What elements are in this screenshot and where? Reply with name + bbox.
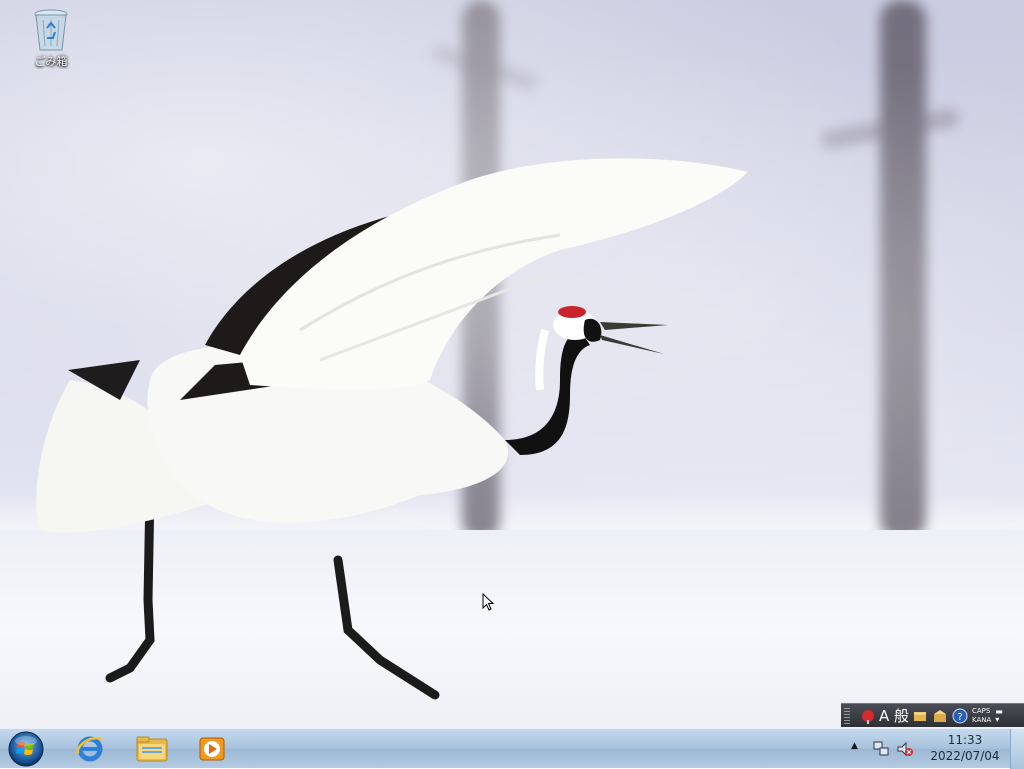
caps-kana-indicator: CAPS KANA bbox=[972, 707, 991, 725]
kana-label: KANA bbox=[972, 715, 992, 724]
folder-icon bbox=[136, 736, 168, 762]
caps-label: CAPS bbox=[972, 706, 991, 715]
windows-start-orb-icon[interactable] bbox=[7, 730, 45, 768]
crane-wallpaper-image bbox=[36, 158, 748, 700]
language-bar-options-button[interactable]: ▬ ▾ bbox=[995, 707, 1003, 724]
recycle-bin-shortcut[interactable]: ごみ箱 bbox=[24, 8, 78, 69]
language-bar-grip[interactable] bbox=[844, 707, 850, 724]
taskbar: ▲ 11:33 2022/07/04 bbox=[0, 728, 1024, 769]
clock-time: 11:33 bbox=[947, 733, 983, 747]
tool-icon[interactable] bbox=[930, 706, 950, 726]
recycle-bin-label: ごみ箱 bbox=[34, 55, 68, 68]
media-player-icon bbox=[199, 737, 225, 761]
ime-pad-icon[interactable] bbox=[858, 706, 878, 726]
mouse-cursor-icon bbox=[482, 593, 495, 611]
taskbar-media-player-button[interactable] bbox=[188, 731, 236, 767]
show-desktop-button[interactable] bbox=[1010, 729, 1024, 769]
show-hidden-icons-button[interactable]: ▲ bbox=[851, 741, 858, 751]
internet-explorer-icon bbox=[76, 736, 103, 762]
desktop-background[interactable]: ごみ箱 bbox=[0, 0, 1024, 728]
svg-text:?: ? bbox=[957, 712, 962, 723]
clock-date: 2022/07/04 bbox=[930, 749, 1000, 763]
recycle-bin-icon bbox=[34, 9, 68, 51]
dictionary-icon[interactable] bbox=[910, 706, 930, 726]
clock[interactable]: 11:33 2022/07/04 bbox=[926, 732, 1004, 764]
taskbar-windows-explorer-button[interactable] bbox=[128, 731, 176, 767]
network-icon[interactable] bbox=[872, 740, 890, 758]
ime-input-mode[interactable]: A 般 bbox=[878, 706, 910, 726]
taskbar-internet-explorer-button[interactable] bbox=[66, 731, 114, 767]
help-icon[interactable]: ? bbox=[950, 706, 970, 726]
notification-area: ▲ 11:33 2022/07/04 bbox=[846, 729, 1024, 769]
language-bar[interactable]: A 般 ? CAPS KANA ▬ ▾ bbox=[841, 703, 1024, 727]
volume-muted-icon[interactable] bbox=[896, 740, 914, 758]
